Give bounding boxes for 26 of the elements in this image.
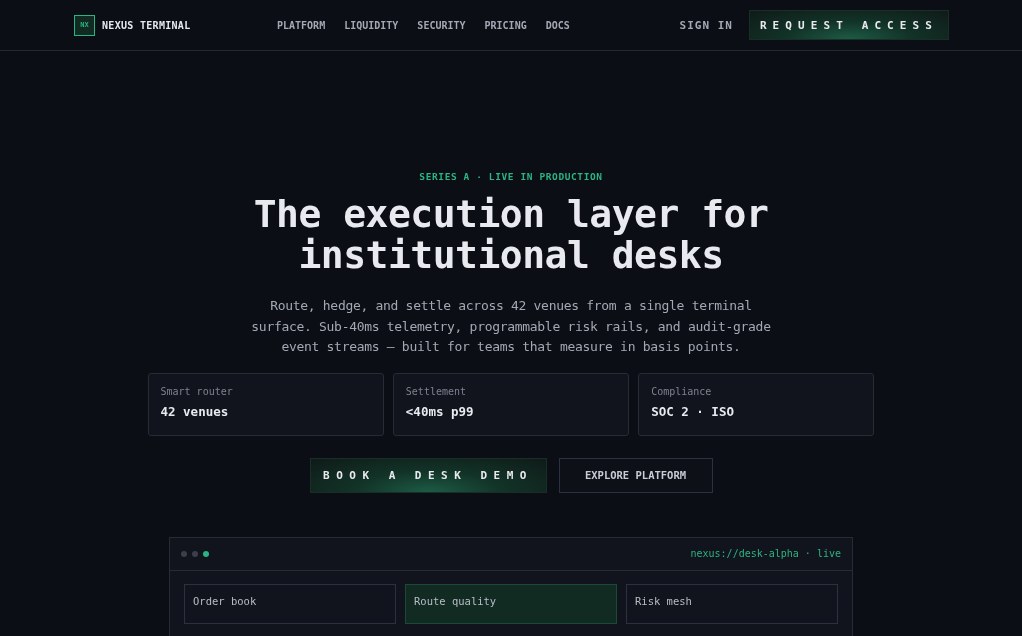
- nav-link[interactable]: PRICING: [484, 19, 527, 31]
- eyebrow-label: SERIES A · LIVE IN PRODUCTION: [419, 171, 603, 182]
- panel-title: Risk mesh: [635, 594, 692, 607]
- stat-value: <40ms p99: [405, 403, 475, 419]
- brand-name: NEXUS TERMINAL: [102, 19, 191, 31]
- nav-link[interactable]: DOCS: [545, 19, 570, 31]
- panel-title: Order book: [193, 594, 257, 607]
- nav-link[interactable]: LIQUIDITY: [344, 19, 399, 31]
- stat-label: Compliance: [651, 385, 713, 397]
- hero-heading: The execution layer for institutional desks: [252, 194, 770, 276]
- sign-in-link[interactable]: SIGN IN: [679, 18, 733, 32]
- request-access-button[interactable]: REQUEST ACCESS: [748, 10, 949, 40]
- nav-link[interactable]: SECURITY: [417, 19, 466, 31]
- stat-value: SOC 2 · ISO: [651, 403, 735, 419]
- stat-label: Smart router: [160, 385, 234, 397]
- stat-label: Settlement: [405, 385, 468, 397]
- terminal-address: nexus://desk-alpha · live: [690, 548, 841, 559]
- panel-card[interactable]: Route quality: [405, 583, 617, 624]
- demo-button[interactable]: BOOK A DESK DEMO: [309, 457, 547, 493]
- panel-card[interactable]: Order book: [184, 583, 396, 624]
- panel-card[interactable]: Risk mesh: [626, 583, 838, 624]
- hero-description: Route, hedge, and settle across 42 venues from a single terminal surface. Sub-40ms telemetry, programmable risk rails, and audit-grade event streams — built for teams that measure in basis points.: [251, 297, 771, 356]
- nav-link[interactable]: PLATFORM: [277, 19, 326, 31]
- explore-button[interactable]: EXPLORE PLATFORM: [558, 457, 713, 493]
- stat-value: 42 venues: [160, 403, 230, 419]
- panel-title: Route quality: [414, 594, 497, 607]
